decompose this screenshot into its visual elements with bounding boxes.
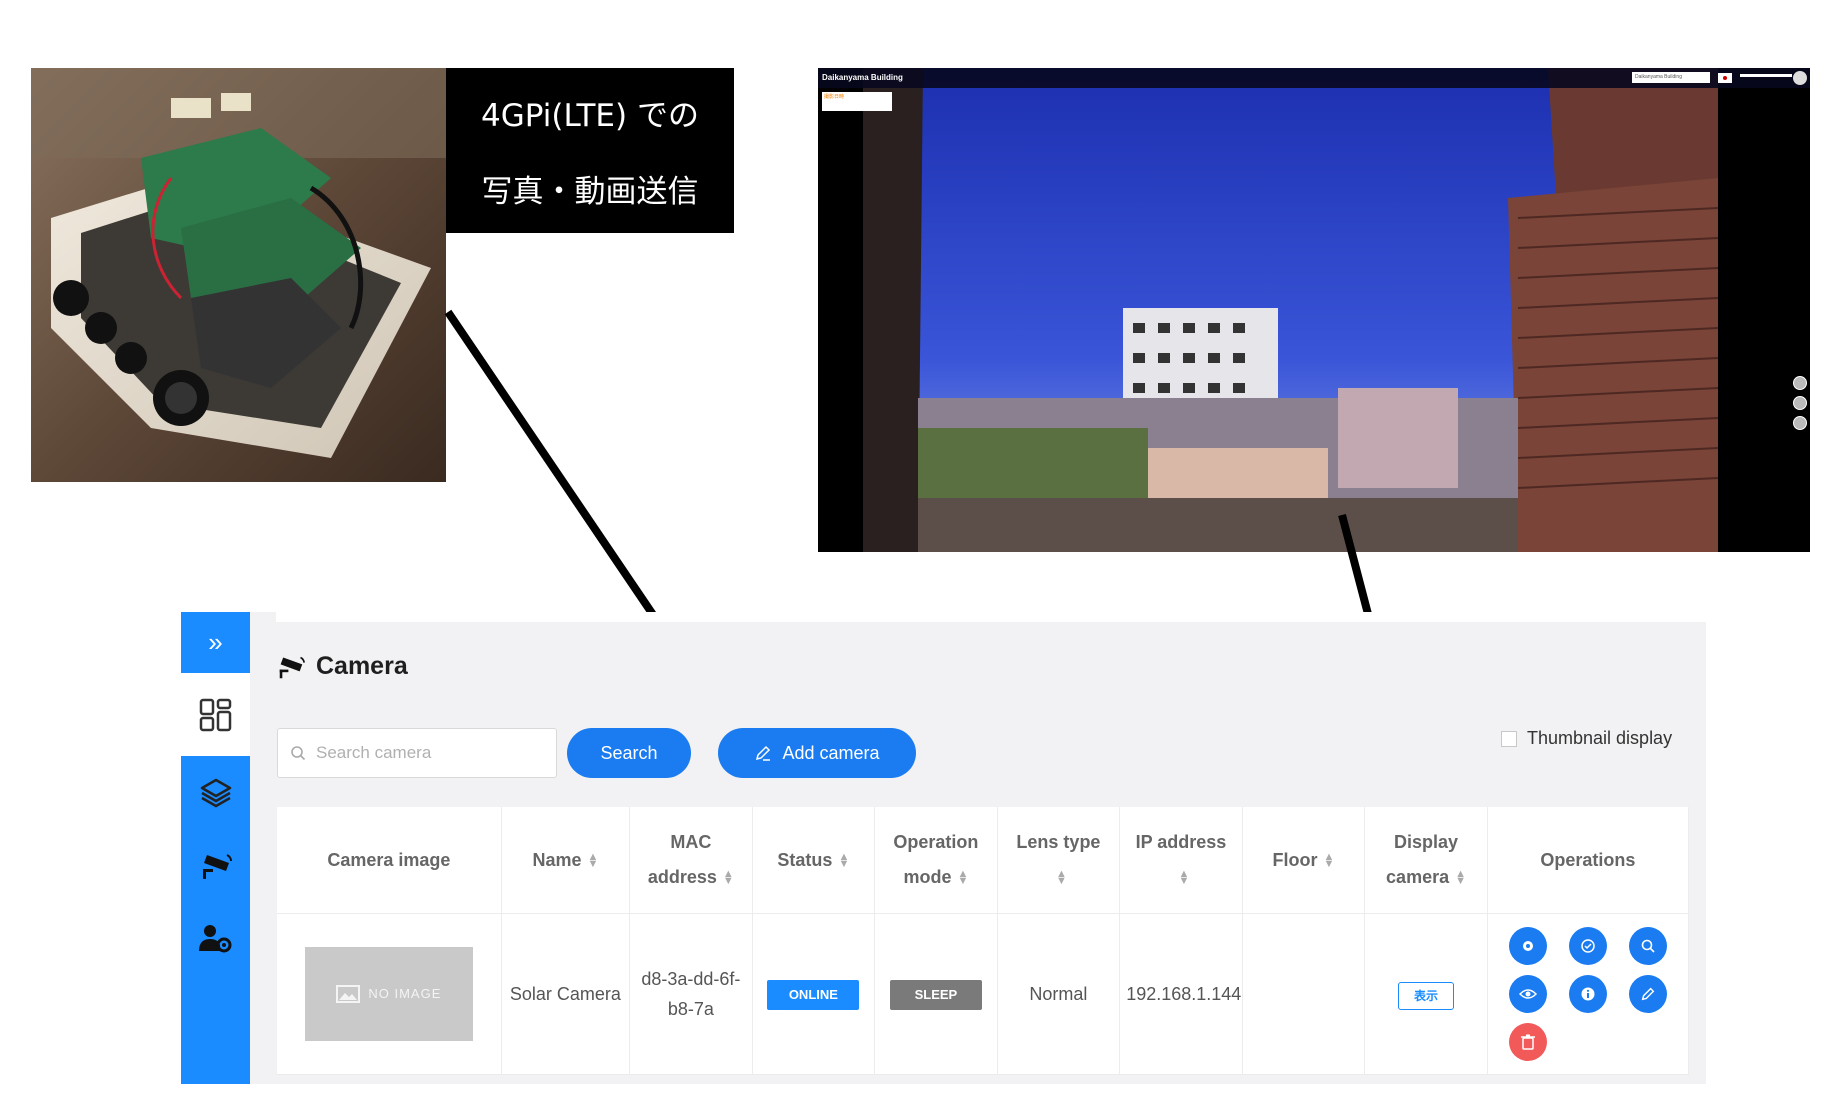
- settings-icon: [1522, 941, 1533, 951]
- cell-status: ONLINE: [752, 913, 876, 1075]
- sidebar-item-user-settings[interactable]: [181, 902, 250, 974]
- building-select[interactable]: Daikanyama Building: [1632, 72, 1710, 83]
- image-icon: [336, 985, 361, 1003]
- header-camera-image: Camera image: [277, 807, 502, 914]
- edit-button[interactable]: [1628, 975, 1667, 1013]
- info-button[interactable]: [1568, 975, 1607, 1013]
- camera-management-app: » Camera Search camera Search Add camera…: [181, 612, 1706, 1084]
- sort-icon[interactable]: ▲ ▼: [1324, 851, 1335, 869]
- header-floor[interactable]: Floor ▲ ▼: [1242, 807, 1366, 914]
- sort-icon[interactable]: ▲ ▼: [1179, 869, 1190, 887]
- building-name: Daikanyama Building: [822, 73, 903, 82]
- sidebar-collapse-button[interactable]: »: [181, 612, 250, 673]
- connector-line-device: [444, 309, 666, 631]
- double-chevron-right-icon: »: [208, 627, 223, 657]
- sort-icon[interactable]: ▲ ▼: [957, 869, 968, 887]
- page-title-text: Camera: [316, 652, 408, 680]
- search-icon: [1641, 939, 1655, 953]
- dashboard-icon: [199, 698, 231, 731]
- header-lens-type[interactable]: Lens type ▲ ▼: [997, 807, 1121, 914]
- caption-line-1: 4GPi(LTE) での: [481, 98, 699, 134]
- cell-name: Solar Camera: [501, 913, 631, 1075]
- cell-lens-type: Normal: [997, 913, 1121, 1075]
- header-ip-address[interactable]: IP address ▲ ▼: [1119, 807, 1243, 914]
- no-image-text: NO IMAGE: [368, 986, 442, 1001]
- cell-operation-mode: SLEEP: [874, 913, 998, 1075]
- content-top-strip: [276, 612, 1706, 622]
- user-avatar[interactable]: [1793, 71, 1807, 85]
- move-control-icon[interactable]: [1793, 416, 1807, 430]
- edit-icon: [756, 745, 771, 761]
- header-operation-mode[interactable]: Operation mode ▲ ▼: [874, 807, 998, 914]
- cell-mac-address: d8-3a-dd-6f-b8-7a: [629, 913, 753, 1075]
- trash-icon: [1520, 1034, 1535, 1050]
- layers-icon: [200, 778, 231, 808]
- sort-icon[interactable]: ▲ ▼: [1455, 869, 1466, 887]
- search-input-field[interactable]: [314, 742, 538, 764]
- info-icon: [1581, 987, 1595, 1001]
- caption-box: 4GPi(LTE) での 写真・動画送信: [446, 68, 734, 233]
- cell-floor: [1242, 913, 1366, 1075]
- check-button[interactable]: [1568, 927, 1607, 965]
- table-row: NO IMAGE Solar Camera d8-3a-dd-6f-b8-7a …: [277, 913, 1690, 1075]
- search-icon: [291, 746, 306, 761]
- sidebar-item-layers[interactable]: [181, 756, 250, 830]
- sort-icon[interactable]: ▲ ▼: [723, 869, 734, 887]
- no-image-placeholder: NO IMAGE: [304, 947, 473, 1041]
- device-photo: [31, 68, 446, 482]
- security-camera-icon: [202, 854, 232, 879]
- settings-button[interactable]: [1508, 927, 1547, 965]
- cell-display-camera: 表示: [1364, 913, 1488, 1075]
- view-button[interactable]: [1508, 975, 1547, 1013]
- table-header-row: Camera image Name ▲ ▼ MAC address ▲ ▼ Status…: [277, 807, 1690, 914]
- thumbnail-checkbox[interactable]: [1501, 730, 1517, 747]
- delete-button[interactable]: [1508, 1023, 1547, 1061]
- check-icon: [1581, 939, 1595, 953]
- sort-icon[interactable]: ▲ ▼: [1056, 869, 1067, 887]
- camera-table: Camera image Name ▲ ▼ MAC address ▲ ▼ Status…: [277, 807, 1690, 1075]
- header-status[interactable]: Status ▲ ▼: [752, 807, 876, 914]
- zoom-control-icon[interactable]: [1793, 376, 1807, 390]
- operations-group: [1494, 927, 1682, 1061]
- search-input[interactable]: [277, 728, 557, 778]
- sort-icon[interactable]: ▲ ▼: [838, 851, 849, 869]
- thumbnail-display-toggle[interactable]: Thumbnail display: [1501, 728, 1672, 749]
- search-button[interactable]: Search: [567, 728, 691, 778]
- overlay-label: 撮影日時: [822, 92, 892, 111]
- language-flag-icon[interactable]: [1718, 73, 1732, 83]
- page-title: Camera: [276, 652, 408, 681]
- header-name[interactable]: Name ▲ ▼: [501, 807, 631, 914]
- caption-line-2: 写真・動画送信: [481, 174, 699, 210]
- thumbnail-display-label: Thumbnail display: [1527, 728, 1673, 748]
- search-camera-button[interactable]: [1628, 927, 1667, 965]
- add-camera-button[interactable]: Add camera: [718, 728, 916, 778]
- add-camera-label: Add camera: [782, 742, 880, 763]
- display-camera-button[interactable]: 表示: [1398, 981, 1455, 1010]
- security-camera-icon: [279, 656, 305, 678]
- live-view-topbar: Daikanyama Building Daikanyama Building: [818, 68, 1810, 88]
- cell-camera-image: NO IMAGE: [277, 913, 502, 1075]
- eye-icon: [1518, 989, 1537, 999]
- topbar-line: [1740, 74, 1792, 77]
- target-control-icon[interactable]: [1793, 396, 1807, 410]
- sidebar-item-camera[interactable]: [181, 830, 250, 902]
- sort-icon[interactable]: ▲ ▼: [587, 851, 598, 869]
- user-gear-icon: [198, 925, 231, 953]
- header-display-camera[interactable]: Display camera ▲ ▼: [1364, 807, 1488, 914]
- cell-operations: [1487, 913, 1690, 1075]
- live-view-screenshot: Daikanyama Building Daikanyama Building …: [818, 68, 1810, 552]
- sidebar: »: [181, 612, 250, 1084]
- header-mac-address[interactable]: MAC address ▲ ▼: [629, 807, 753, 914]
- sidebar-item-dashboard[interactable]: [181, 673, 250, 756]
- operation-mode-badge: SLEEP: [889, 980, 982, 1010]
- header-operations: Operations: [1487, 807, 1690, 914]
- cell-ip-address: 192.168.1.144: [1119, 913, 1243, 1075]
- status-badge: ONLINE: [767, 980, 860, 1010]
- edit-icon: [1641, 987, 1655, 1001]
